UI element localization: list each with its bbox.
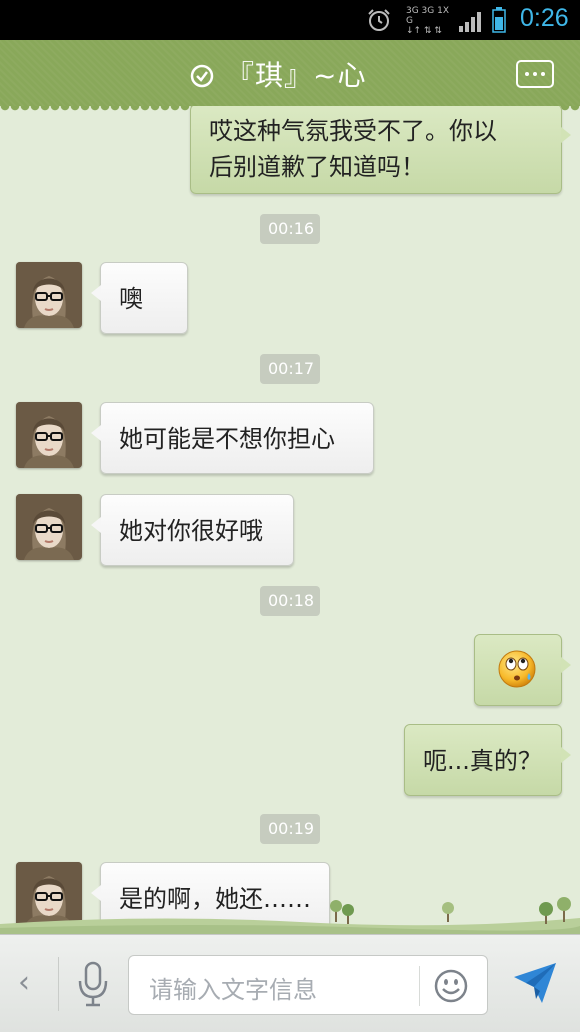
rolling-eyes-emoji-icon — [498, 650, 536, 688]
message-input-bar: ‹ 请输入文字信息 — [0, 934, 580, 1032]
message-timestamp: 00:19 — [260, 814, 320, 844]
contact-avatar[interactable] — [16, 494, 82, 560]
network-indicator: 3G 3G 1X G ↓↑ ⇅ ⇅ — [406, 6, 456, 36]
message-text: 她对你很好哦 — [119, 517, 263, 545]
chat-header: 『琪』~心 — [0, 40, 580, 112]
more-icon-dot-3 — [541, 72, 545, 76]
divider — [58, 957, 59, 1011]
field-divider — [419, 966, 420, 1006]
network-label-bottom: ↓↑ ⇅ ⇅ — [406, 26, 442, 36]
avatar-image — [16, 402, 82, 468]
message-bubble-incoming[interactable]: 她可能是不想你担心 — [91, 402, 374, 474]
network-label-top: 3G 3G 1X G — [406, 6, 450, 26]
collapse-chevron-icon[interactable]: ‹ — [18, 965, 30, 1000]
signal-icon — [459, 12, 481, 32]
more-icon — [525, 72, 529, 76]
message-text-line: 哎这种气氛我受不了。你以 — [209, 117, 497, 145]
message-bubble-outgoing[interactable] — [474, 634, 571, 706]
status-bar: 3G 3G 1X G ↓↑ ⇅ ⇅ 0:26 — [0, 0, 580, 40]
online-check-icon — [190, 64, 214, 88]
chat-title: 『琪』~心 — [226, 59, 367, 92]
message-bubble-incoming[interactable]: 噢 — [91, 262, 188, 334]
emoji-smiley-icon[interactable] — [433, 968, 469, 1004]
more-icon-dot-2 — [533, 72, 537, 76]
message-list[interactable]: 哎这种气氛我受不了。你以 后别道歉了知道吗！ 00:16 噢 00:17 她可能… — [0, 106, 580, 934]
send-icon[interactable] — [512, 959, 558, 1005]
message-bubble-outgoing[interactable]: 哎这种气氛我受不了。你以 后别道歉了知道吗！ — [190, 106, 571, 194]
title-group: 『琪』~心 — [0, 40, 580, 106]
battery-icon — [492, 7, 506, 33]
message-timestamp: 00:18 — [260, 586, 320, 616]
message-text: 她可能是不想你担心 — [119, 425, 335, 453]
avatar-image — [16, 262, 82, 328]
message-bubble-incoming[interactable]: 她对你很好哦 — [91, 494, 294, 566]
voice-mic-icon[interactable] — [76, 961, 110, 1007]
message-input-placeholder: 请输入文字信息 — [149, 976, 317, 1004]
tree-icon — [330, 897, 571, 924]
message-input[interactable]: 请输入文字信息 — [128, 955, 488, 1015]
message-bubble-outgoing[interactable]: 呃...真的？ — [404, 724, 571, 796]
contact-avatar[interactable] — [16, 402, 82, 468]
message-text: 呃...真的？ — [423, 747, 542, 775]
message-timestamp: 00:16 — [260, 214, 320, 244]
contact-avatar[interactable] — [16, 262, 82, 328]
status-time: 0:26 — [520, 4, 569, 32]
more-options-button[interactable] — [516, 60, 554, 88]
alarm-icon — [368, 9, 390, 31]
landscape-decoration — [0, 897, 580, 934]
avatar-image — [16, 494, 82, 560]
message-timestamp: 00:17 — [260, 354, 320, 384]
message-text-line: 后别道歉了知道吗！ — [209, 153, 425, 181]
message-text: 噢 — [119, 285, 143, 313]
